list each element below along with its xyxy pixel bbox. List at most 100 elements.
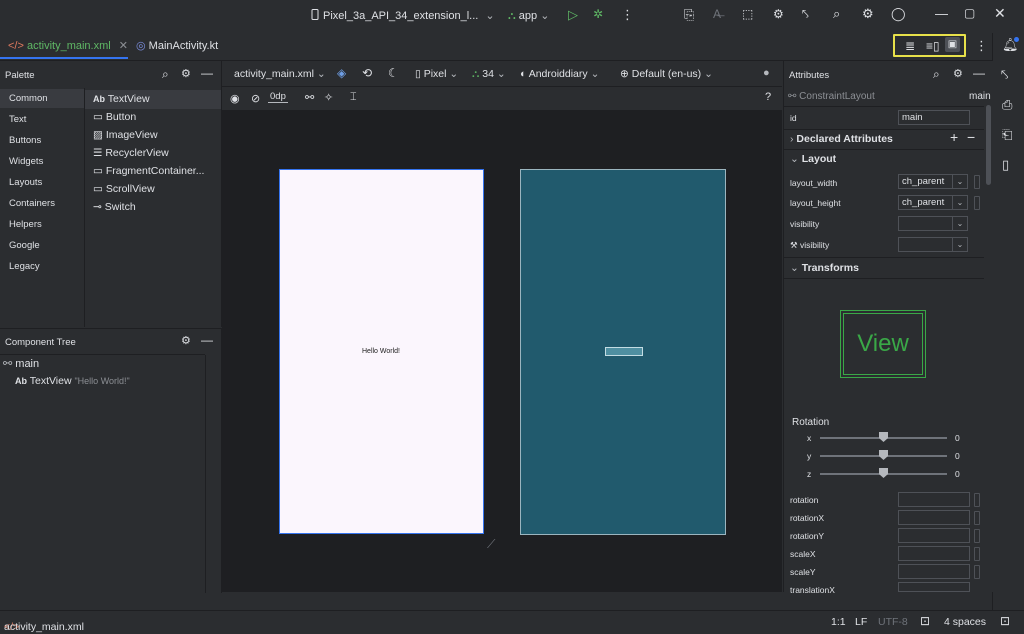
- orientation-icon[interactable]: ⟲: [362, 66, 372, 80]
- resize-handle-icon[interactable]: ⟋: [487, 537, 495, 552]
- line-separator[interactable]: LF: [855, 616, 867, 628]
- resource-picker[interactable]: [974, 196, 980, 210]
- palette-item-recyclerview[interactable]: ☰ RecyclerView: [93, 147, 169, 159]
- rotation-field[interactable]: [898, 492, 970, 507]
- rotation-x-thumb[interactable]: [879, 432, 888, 442]
- palette-item-fragmentcontainer[interactable]: ▭ FragmentContainer...: [93, 165, 204, 177]
- theme-dropdown[interactable]: ◐ Androiddiary ⌄: [520, 68, 599, 80]
- night-mode-icon[interactable]: ☾: [388, 66, 399, 80]
- infer-constraints-icon[interactable]: ✧: [324, 91, 333, 104]
- scaley-field[interactable]: [898, 564, 970, 579]
- file-encoding[interactable]: UTF-8: [878, 616, 908, 628]
- tab-activity-main[interactable]: </> activity_main.xml ✕: [8, 39, 128, 52]
- close-icon[interactable]: ✕: [994, 5, 1006, 22]
- rotation-z-thumb[interactable]: [879, 468, 888, 478]
- add-attribute-icon[interactable]: +: [950, 129, 958, 145]
- layout-section[interactable]: ⌄ Layout: [790, 153, 836, 165]
- palette-item-imageview[interactable]: ▨ ImageView: [93, 129, 158, 141]
- autoconnect-icon[interactable]: ⊘: [251, 92, 260, 105]
- search-icon[interactable]: ⌕: [162, 67, 169, 82]
- resource-picker[interactable]: [974, 565, 980, 579]
- tree-node-root[interactable]: ⚯ main: [3, 357, 39, 370]
- remove-attribute-icon[interactable]: −: [967, 129, 975, 145]
- declared-attributes-section[interactable]: › Declared Attributes: [790, 133, 893, 145]
- blueprint-textview[interactable]: [605, 347, 643, 356]
- search-icon[interactable]: ⌕: [933, 67, 940, 82]
- transforms-section[interactable]: ⌄ Transforms: [790, 262, 859, 274]
- category-helpers[interactable]: Helpers: [9, 219, 42, 230]
- tools-visibility-dropdown[interactable]: ⌄: [898, 237, 968, 252]
- layout-height-dropdown[interactable]: ch_parent ⌄: [898, 195, 968, 210]
- resource-picker[interactable]: [974, 175, 980, 189]
- scalex-field[interactable]: [898, 546, 970, 561]
- more-icon[interactable]: ⋮: [621, 7, 634, 23]
- indent-setting[interactable]: 4 spaces: [944, 616, 986, 628]
- tab-main-activity[interactable]: ◎ MainActivity.kt: [136, 39, 218, 52]
- help-icon[interactable]: ?: [765, 91, 771, 103]
- category-legacy[interactable]: Legacy: [9, 261, 40, 272]
- settings-icon[interactable]: ⚙: [862, 6, 874, 22]
- translationx-field[interactable]: [898, 582, 970, 592]
- scrollbar-track[interactable]: [205, 355, 206, 593]
- clear-constraints-icon[interactable]: ⚯: [305, 91, 314, 104]
- tree-node-textview[interactable]: Ab TextView "Hello World!": [15, 375, 130, 387]
- locale-dropdown[interactable]: ⊕ Default (en-us) ⌄: [620, 68, 713, 80]
- gradle-icon[interactable]: ⤣: [1001, 67, 1008, 83]
- minimize-icon[interactable]: —: [973, 66, 985, 80]
- search-icon[interactable]: ⌕: [833, 6, 840, 22]
- device-manager-icon[interactable]: ⬚: [742, 7, 753, 21]
- design-preview[interactable]: Hello World!: [279, 169, 484, 534]
- resource-manager-icon[interactable]: ⎗: [1002, 127, 1012, 143]
- inspection-icon[interactable]: ⊡: [920, 614, 930, 628]
- category-layouts[interactable]: Layouts: [9, 177, 42, 188]
- category-buttons[interactable]: Buttons: [9, 135, 41, 146]
- design-blueprint-icon[interactable]: ◈: [337, 66, 346, 80]
- file-selector[interactable]: activity_main.xml ⌄: [234, 68, 326, 80]
- maximize-icon[interactable]: ▢: [964, 6, 975, 20]
- id-field[interactable]: main: [898, 110, 970, 125]
- category-containers[interactable]: Containers: [9, 198, 55, 209]
- close-tab-icon[interactable]: ✕: [119, 40, 128, 52]
- category-google[interactable]: Google: [9, 240, 40, 251]
- more-icon[interactable]: ⋮: [975, 38, 988, 54]
- android-sdk-icon[interactable]: ⤣: [802, 7, 809, 22]
- palette-item-scrollview[interactable]: ▭ ScrollView: [93, 183, 155, 195]
- scrollbar-thumb[interactable]: [986, 105, 991, 185]
- api-dropdown[interactable]: ⛬ 34 ⌄: [472, 68, 506, 81]
- category-widgets[interactable]: Widgets: [9, 156, 43, 167]
- visibility-dropdown[interactable]: ⌄: [898, 216, 968, 231]
- palette-item-button[interactable]: ▭ Button: [93, 111, 136, 123]
- run-icon[interactable]: ▷: [568, 7, 578, 23]
- category-common[interactable]: Common: [9, 93, 48, 104]
- design-surface[interactable]: Hello World! ⟋: [222, 61, 782, 592]
- view-options-icon[interactable]: ◉: [230, 92, 240, 105]
- minimize-icon[interactable]: —: [201, 333, 213, 347]
- lock-icon[interactable]: ⊡: [1000, 614, 1010, 628]
- resource-picker[interactable]: [974, 511, 980, 525]
- palette-item-switch[interactable]: ⊸ Switch: [93, 201, 136, 213]
- category-text[interactable]: Text: [9, 114, 26, 125]
- resource-picker[interactable]: [974, 547, 980, 561]
- running-devices-icon[interactable]: ▯: [1002, 157, 1009, 173]
- resource-picker[interactable]: [974, 529, 980, 543]
- device-file-icon[interactable]: ⎙: [1002, 97, 1012, 113]
- blueprint-preview[interactable]: [520, 169, 726, 535]
- sync-gradle-icon[interactable]: ⎘: [684, 7, 694, 23]
- device-selector[interactable]: Pixel_3a_API_34_extension_l... ⌄: [310, 9, 495, 22]
- settings-icon[interactable]: ⚙: [181, 334, 191, 347]
- layout-width-dropdown[interactable]: ch_parent ⌄: [898, 174, 968, 189]
- rotationx-field[interactable]: [898, 510, 970, 525]
- guidelines-icon[interactable]: ⌶: [350, 91, 357, 104]
- settings-icon[interactable]: ⚙: [953, 67, 963, 80]
- debug-icon[interactable]: ✲: [593, 7, 603, 21]
- resource-picker[interactable]: [974, 493, 980, 507]
- settings-icon[interactable]: ⚙: [181, 67, 191, 80]
- caret-position[interactable]: 1:1: [831, 616, 846, 628]
- translate-icon[interactable]: A̶: [713, 7, 721, 21]
- run-config-selector[interactable]: ⛬ app ⌄: [508, 9, 549, 23]
- account-icon[interactable]: ◯: [891, 6, 906, 22]
- minimize-icon[interactable]: —: [935, 6, 948, 21]
- rotation-y-thumb[interactable]: [879, 450, 888, 460]
- plugin-icon[interactable]: ⚙: [773, 7, 784, 21]
- palette-item-textview[interactable]: Ab TextView: [93, 93, 150, 105]
